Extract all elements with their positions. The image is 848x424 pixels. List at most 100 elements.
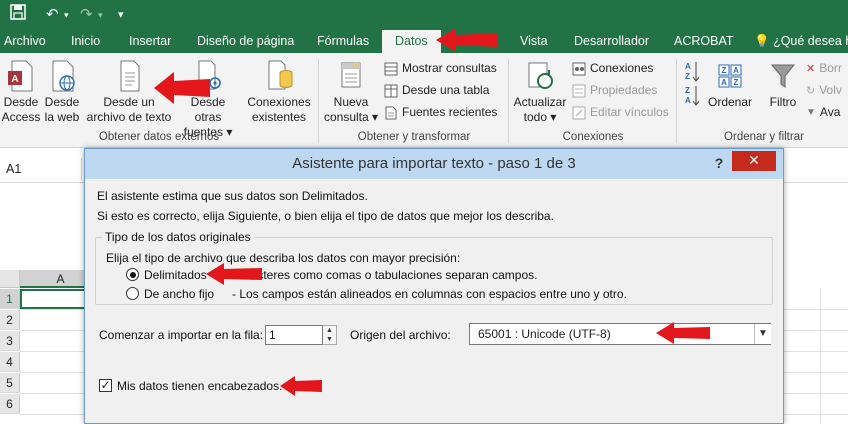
tab-formulas[interactable]: Fórmulas (317, 30, 369, 53)
group-label-get-transform: Obtener y transformar (357, 131, 471, 143)
svg-text:Z: Z (734, 78, 739, 87)
file-origin-select[interactable]: 65001 : Unicode (UTF-8) ▼ (469, 323, 771, 345)
edit-links-icon (572, 106, 586, 120)
funnel-icon (770, 64, 796, 88)
new-query-button[interactable]: Nueva consulta ▾ (322, 59, 380, 125)
from-access-button[interactable]: A Desde Access (0, 59, 42, 125)
sort-dialog-icon: Z A A Z (718, 64, 742, 88)
edit-links-button[interactable]: Editar vínculos (572, 102, 669, 122)
from-text-file-label-2: archivo de texto (86, 110, 172, 124)
existing-connections-label-1: Conexiones (247, 95, 311, 109)
annotation-arrow-icon (280, 376, 322, 396)
title-bar: ↶ ▾ ↷ ▾ ▾ (0, 0, 848, 30)
from-table-button[interactable]: Desde una tabla (384, 80, 489, 100)
close-button[interactable]: ✕ (732, 151, 776, 171)
properties-icon (572, 84, 586, 98)
annotation-arrow-icon (206, 263, 262, 285)
edit-links-label: Editar vínculos (590, 105, 669, 119)
redo-icon[interactable]: ↷ (80, 4, 93, 26)
recent-sources-button[interactable]: Fuentes recientes (384, 102, 497, 122)
svg-text:Z: Z (685, 72, 690, 81)
tab-acrobat[interactable]: ACROBAT (674, 30, 734, 53)
redo-dropdown-icon[interactable]: ▾ (98, 4, 103, 26)
recent-sources-label: Fuentes recientes (402, 105, 498, 119)
group-legend: Tipo de los datos originales (102, 230, 254, 244)
advanced-filter-label: Ava (819, 105, 841, 119)
file-type-prompt: Elija el tipo de archivo que describa lo… (106, 251, 461, 265)
clear-filter-label: Borr (819, 61, 842, 75)
row-header-4[interactable]: 4 (0, 352, 20, 372)
filter-label: Filtro (769, 95, 797, 109)
from-web-button[interactable]: Desde la web (42, 59, 82, 125)
svg-text:A: A (685, 62, 691, 71)
svg-text:Z: Z (722, 66, 727, 75)
fixed-width-radio[interactable] (126, 287, 139, 300)
estimate-text: El asistente estima que sus datos son De… (97, 189, 368, 203)
tell-me-box[interactable]: 💡 ¿Qué desea hac (754, 30, 848, 53)
tab-vista[interactable]: Vista (520, 30, 548, 53)
tab-diseno-pagina[interactable]: Diseño de página (197, 30, 294, 53)
annotation-arrow-icon (436, 28, 498, 52)
from-web-label-1: Desde (44, 95, 80, 109)
reapply-label: Volv (819, 83, 842, 97)
tab-datos[interactable]: Datos (382, 30, 441, 53)
from-web-label-2: la web (44, 110, 80, 124)
help-button[interactable]: ? (709, 149, 729, 179)
delimited-radio[interactable] (126, 268, 139, 281)
headers-label[interactable]: Mis datos tienen encabezados. (117, 379, 282, 393)
group-separator (508, 59, 509, 143)
row-header-2[interactable]: 2 (0, 310, 20, 330)
refresh-icon (528, 62, 553, 89)
dialog-title: Asistente para importar texto - paso 1 d… (292, 155, 576, 172)
reapply-button[interactable]: ↻ Volv (806, 80, 842, 100)
existing-connections-icon (268, 60, 293, 90)
headers-checkbox[interactable]: ✓ (99, 379, 112, 392)
dialog-title-bar[interactable]: Asistente para importar texto - paso 1 d… (85, 149, 783, 179)
row-header-6[interactable]: 6 (0, 394, 20, 414)
group-separator (318, 59, 319, 143)
tab-inicio[interactable]: Inicio (71, 30, 100, 53)
grid-line (820, 288, 821, 424)
fixed-width-label[interactable]: De ancho fijo (144, 287, 214, 301)
text-import-wizard-dialog: Asistente para importar texto - paso 1 d… (84, 148, 784, 424)
customize-toolbar-icon[interactable]: ▾ (118, 4, 124, 26)
undo-icon[interactable]: ↶ (46, 4, 59, 26)
connections-button[interactable]: Conexiones (572, 58, 653, 78)
from-access-label-2: Access (1, 110, 41, 124)
properties-button[interactable]: Propiedades (572, 80, 657, 100)
tab-desarrollador[interactable]: Desarrollador (574, 30, 649, 53)
name-box[interactable]: A1 (0, 158, 82, 180)
spin-down-icon[interactable]: ▼ (323, 335, 336, 344)
show-queries-icon (384, 62, 398, 76)
start-row-spinner[interactable]: ▲ ▼ (323, 325, 337, 345)
new-query-icon (341, 61, 362, 88)
tab-archivo[interactable]: Archivo (4, 30, 46, 53)
sort-az-icon[interactable]: AZ (684, 60, 700, 84)
sort-za-icon[interactable]: ZA (684, 84, 700, 108)
show-queries-button[interactable]: Mostrar consultas (384, 58, 497, 78)
tab-insertar[interactable]: Insertar (129, 30, 171, 53)
advanced-filter-button[interactable]: ▼ Ava (806, 102, 840, 122)
row-header-3[interactable]: 3 (0, 331, 20, 351)
sort-button[interactable]: Z A A Z Ordenar (706, 59, 754, 110)
group-label-sort-filter: Ordenar y filtrar (724, 131, 804, 143)
original-data-type-group: Tipo de los datos originales Elija el ti… (95, 230, 773, 305)
existing-connections-button[interactable]: Conexiones existentes (244, 59, 314, 125)
save-icon[interactable] (10, 4, 26, 26)
undo-dropdown-icon[interactable]: ▾ (64, 4, 69, 26)
clear-filter-button[interactable]: ✕ Borr (806, 58, 842, 78)
spin-up-icon[interactable]: ▲ (323, 326, 336, 335)
row-header-1[interactable]: 1 (0, 289, 20, 309)
filter-button[interactable]: Filtro (762, 59, 804, 110)
select-all-corner[interactable] (0, 270, 20, 288)
row-header-5[interactable]: 5 (0, 373, 20, 393)
existing-connections-label-2: existentes (251, 110, 307, 124)
show-queries-label: Mostrar consultas (402, 61, 497, 75)
chevron-down-icon[interactable]: ▼ (754, 324, 771, 344)
start-row-input[interactable]: 1 (265, 325, 323, 345)
delimited-label[interactable]: Delimitados (144, 268, 207, 282)
svg-text:A: A (685, 96, 691, 105)
refresh-all-label-1: Actualizar (513, 95, 567, 109)
refresh-all-button[interactable]: Actualizar todo ▾ (510, 59, 570, 125)
svg-text:A: A (721, 78, 727, 87)
